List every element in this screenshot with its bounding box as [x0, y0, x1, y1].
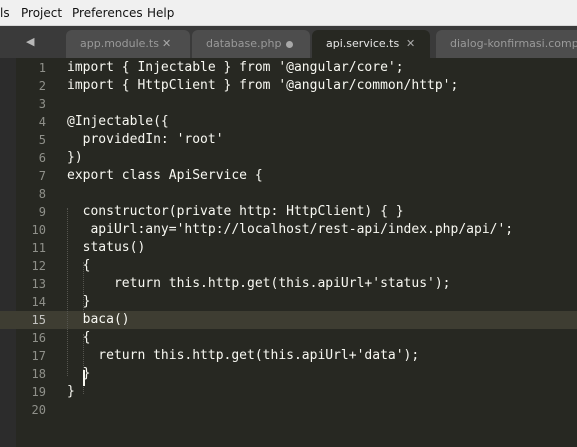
code-line[interactable]: 4 @Injectable({: [0, 113, 577, 131]
line-number: 6: [38, 151, 46, 165]
code-text: baca(): [67, 312, 130, 327]
code-text: @Injectable({: [67, 114, 169, 129]
code-text: import { Injectable } from '@angular/cor…: [67, 60, 404, 75]
line-number: 7: [38, 169, 46, 183]
tab-database-php[interactable]: database.php: [192, 30, 310, 58]
code-text: }: [67, 294, 91, 309]
unsaved-dot-icon[interactable]: [286, 41, 293, 48]
tab-api-service[interactable]: api.service.ts ✕: [312, 30, 430, 58]
line-number: 2: [38, 79, 46, 93]
code-text: import { HttpClient } from '@angular/com…: [67, 78, 459, 93]
line-number: 14: [31, 295, 46, 309]
code-text: export class ApiService {: [67, 168, 263, 183]
code-editor[interactable]: 1 import { Injectable } from '@angular/co…: [0, 58, 577, 447]
line-number: 8: [38, 187, 46, 201]
code-text: }): [67, 150, 83, 165]
code-line[interactable]: 14 }: [0, 293, 577, 311]
code-line[interactable]: 10 apiUrl:any='http://localhost/rest-api…: [0, 221, 577, 239]
line-number: 15: [31, 313, 46, 327]
code-text: }: [67, 366, 91, 381]
line-number: 11: [31, 241, 46, 255]
close-icon[interactable]: ✕: [162, 30, 171, 58]
code-line[interactable]: 2 import { HttpClient } from '@angular/co…: [0, 77, 577, 95]
code-text: {: [67, 330, 91, 345]
text-cursor: [83, 370, 85, 386]
line-number: 20: [31, 403, 46, 417]
code-line[interactable]: 5 providedIn: 'root': [0, 131, 577, 149]
tab-bar: ◀ ▶ app.module.ts ✕ database.php api.ser…: [0, 26, 577, 58]
code-text: apiUrl:any='http://localhost/rest-api/in…: [67, 222, 514, 237]
indent-guide: [83, 262, 84, 322]
line-number: 19: [31, 385, 46, 399]
line-number: 9: [38, 205, 46, 219]
line-number: 10: [31, 223, 46, 237]
line-number: 3: [38, 97, 46, 111]
tab-app-module[interactable]: app.module.ts ✕: [66, 30, 190, 58]
tab-label: dialog-konfirmasi.component.ts: [450, 37, 577, 50]
line-number: 16: [31, 331, 46, 345]
tab-label: app.module.ts: [80, 37, 159, 50]
line-number: 18: [31, 367, 46, 381]
code-line[interactable]: 13 return this.http.get(this.apiUrl+'sta…: [0, 275, 577, 293]
code-line[interactable]: 7 export class ApiService {: [0, 167, 577, 185]
menu-item-preferences[interactable]: Preferences: [72, 6, 143, 20]
line-number: 4: [38, 115, 46, 129]
code-line[interactable]: 11 status(): [0, 239, 577, 257]
code-text: return this.http.get(this.apiUrl+'status…: [67, 276, 451, 291]
code-text: return this.http.get(this.apiUrl+'data')…: [67, 348, 420, 363]
tab-nav-arrows-icon[interactable]: ◀ ▶: [0, 26, 56, 58]
code-line[interactable]: 18 }: [0, 365, 577, 383]
line-number: 1: [38, 61, 46, 75]
code-line[interactable]: 6}): [0, 149, 577, 167]
menu-item-help[interactable]: Help: [147, 6, 174, 20]
code-text: constructor(private http: HttpClient) { …: [67, 204, 404, 219]
code-line[interactable]: 16 {: [0, 329, 577, 347]
code-text: providedIn: 'root': [67, 132, 224, 147]
line-number: 13: [31, 277, 46, 291]
menu-item-tools[interactable]: ls: [0, 6, 10, 20]
code-text: }: [67, 384, 75, 399]
tab-label: database.php: [206, 37, 282, 50]
line-number: 17: [31, 349, 46, 363]
code-line[interactable]: 15 baca(): [0, 311, 577, 329]
menu-bar: ls Project Preferences Help: [0, 0, 577, 26]
code-line[interactable]: 3: [0, 95, 577, 113]
code-line[interactable]: 20: [0, 401, 577, 419]
code-line[interactable]: 12 {: [0, 257, 577, 275]
code-text: status(): [67, 240, 146, 255]
code-text: {: [67, 258, 91, 273]
code-line[interactable]: 1 import { Injectable } from '@angular/co…: [0, 59, 577, 77]
code-line[interactable]: 17 return this.http.get(this.apiUrl+'dat…: [0, 347, 577, 365]
tab-dialog-konfirmasi[interactable]: dialog-konfirmasi.component.ts: [436, 30, 577, 58]
line-number: 5: [38, 133, 46, 147]
menu-item-project[interactable]: Project: [21, 6, 62, 20]
code-line[interactable]: 19}: [0, 383, 577, 401]
code-line[interactable]: 9 constructor(private http: HttpClient) …: [0, 203, 577, 221]
code-line[interactable]: 8: [0, 185, 577, 203]
line-number: 12: [31, 259, 46, 273]
close-icon[interactable]: ✕: [406, 30, 415, 58]
tab-label: api.service.ts: [326, 37, 400, 50]
indent-guide: [67, 208, 68, 376]
